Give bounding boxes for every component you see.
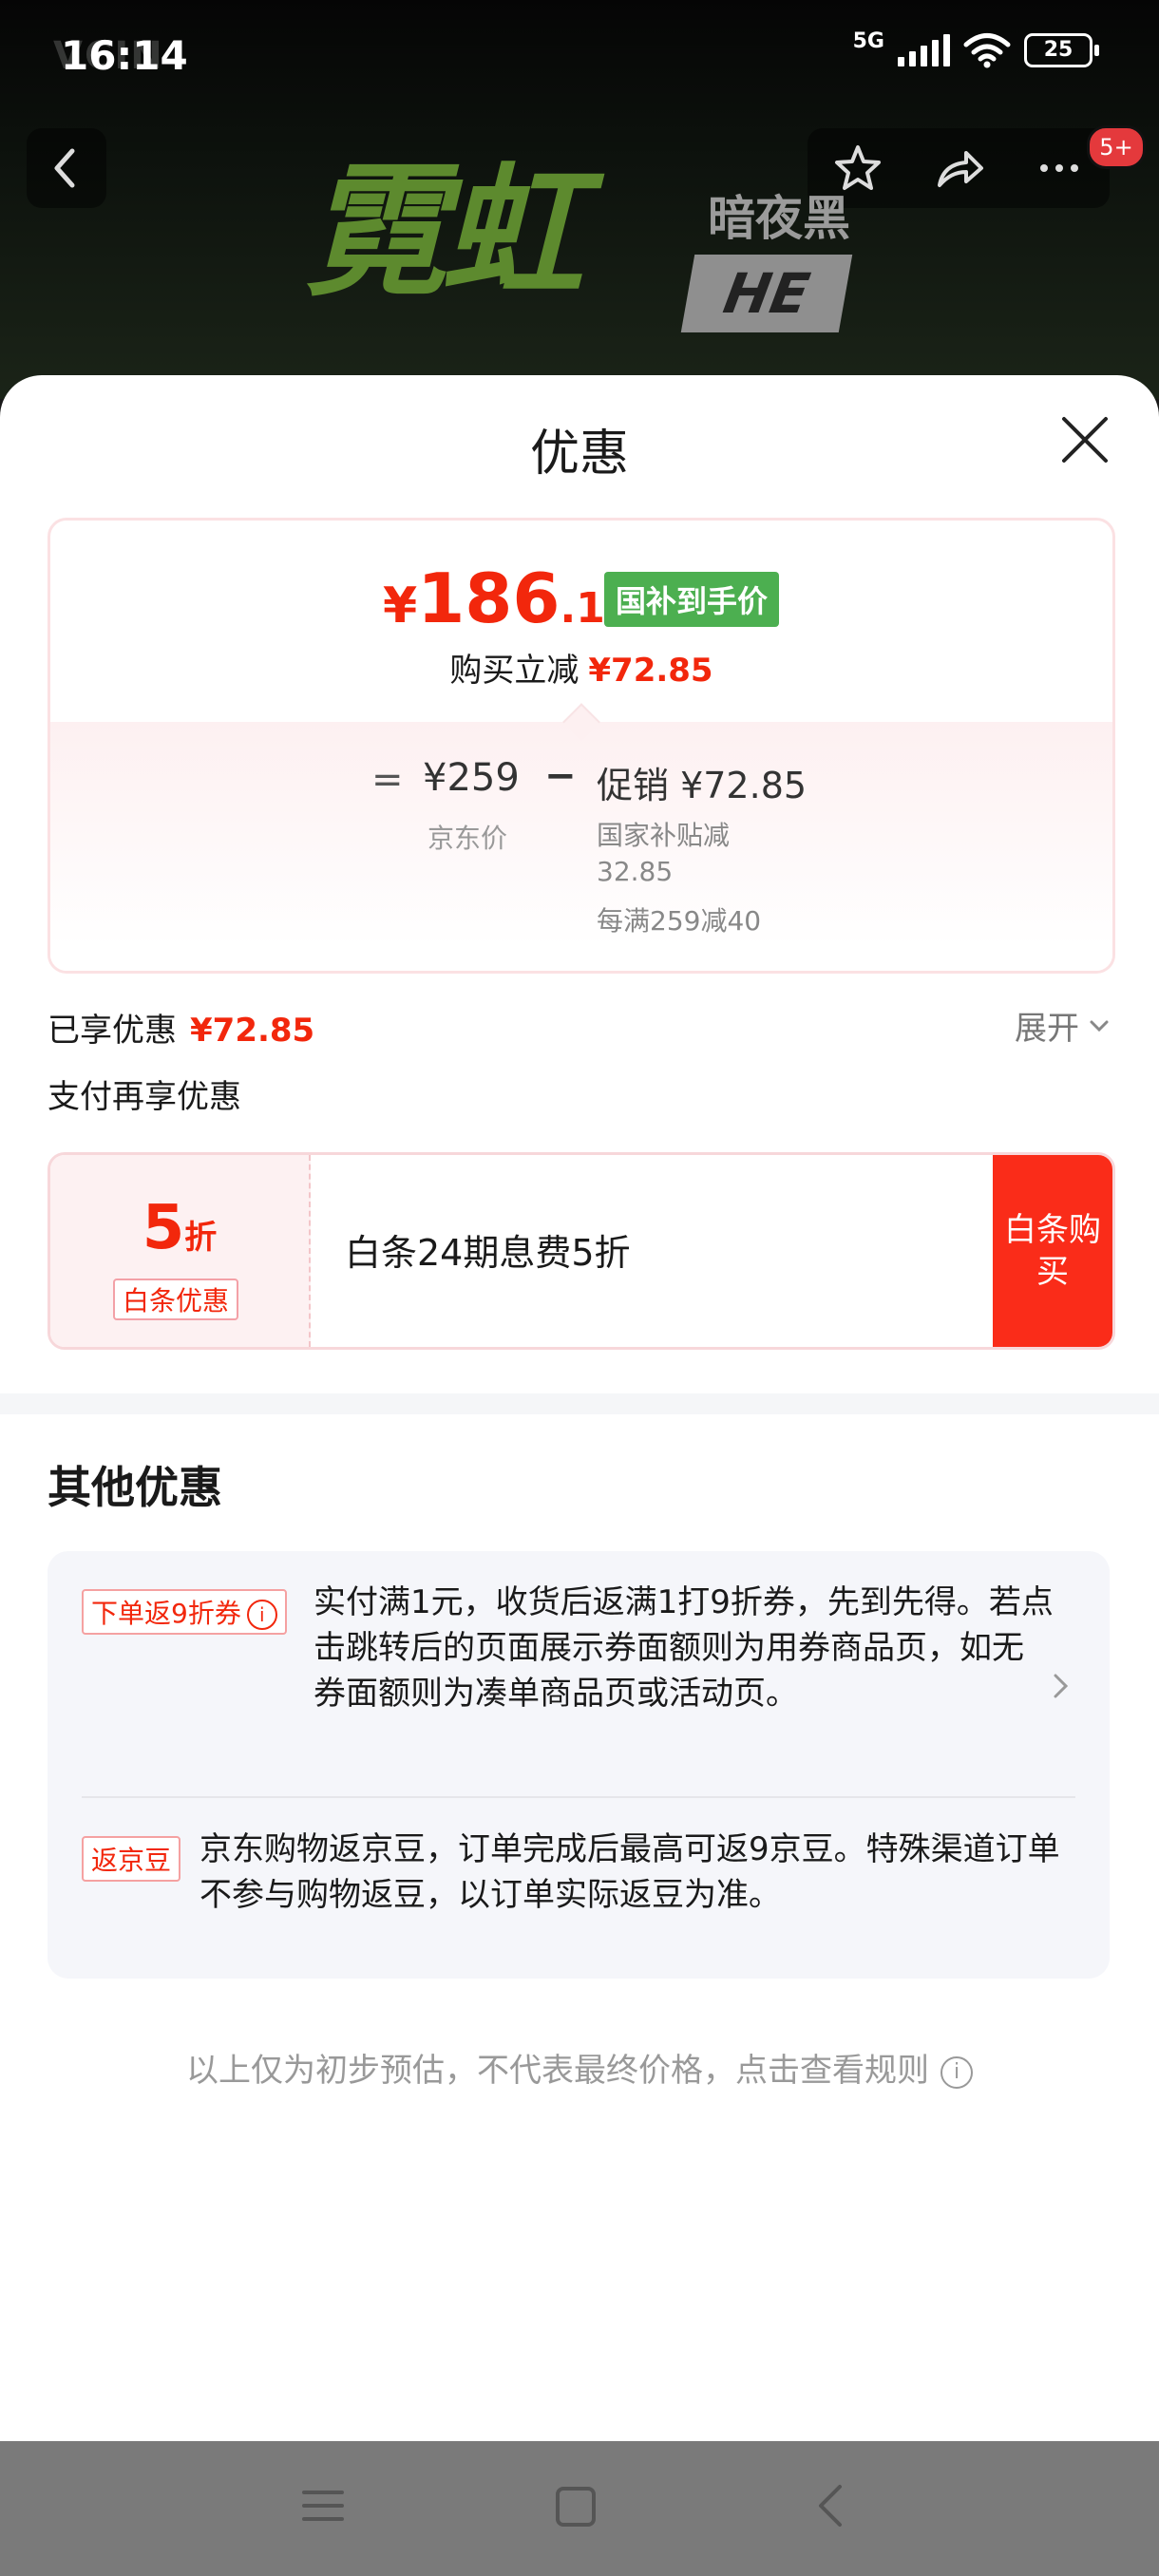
reduce-line: 购买立减 ¥72.85 xyxy=(50,644,1112,691)
share-icon[interactable] xyxy=(930,140,987,197)
menu-icon[interactable] xyxy=(300,2481,346,2530)
baitiao-tag: 白条优惠 xyxy=(113,1279,239,1320)
sheet-title: 优惠 xyxy=(529,426,629,483)
coupon-offer-text: 实付满1元，收货后返满1打9折券，先到先得。若点击跳转后的页面展示券面额则为用券… xyxy=(314,1583,1054,1713)
promo-detail-subsidy: 国家补贴减 32.85 xyxy=(597,820,731,887)
subsidy-price-badge: 国补到手价 xyxy=(604,572,780,627)
other-discounts-card: 下单返9折券 i 实付满1元，收货后返满1打9折券，先到先得。若点击跳转后的页面展… xyxy=(48,1551,1110,1979)
jd-price: ¥259 xyxy=(423,756,520,800)
home-icon[interactable] xyxy=(553,2481,598,2530)
battery-icon: 25 xyxy=(1024,33,1099,67)
expand-label: 展开 xyxy=(1015,1010,1079,1048)
banner-subtitle: 暗夜黑 xyxy=(708,191,850,246)
baitiao-offer-card[interactable]: 5折 白条优惠 白条24期息费5折 白条购买 xyxy=(48,1152,1115,1350)
wifi-icon xyxy=(963,33,1011,68)
price-breakdown-lower xyxy=(50,722,1112,971)
chevron-left-icon xyxy=(54,148,75,188)
reduce-amount: ¥72.85 xyxy=(588,652,713,690)
discount-sheet: 优惠 ¥186.15 国补到手价 购买立减 ¥72.85 = ¥259 − 促销 … xyxy=(0,375,1159,2441)
price-currency: ¥ xyxy=(383,578,418,635)
system-nav-bar xyxy=(0,2441,1159,2576)
footnote-text: 以上仅为初步预估，不代表最终价格，点击查看规则 xyxy=(186,2052,929,2090)
pay-more-label: 支付再享优惠 xyxy=(48,1078,241,1116)
baitiao-buy-button[interactable]: 白条购买 xyxy=(993,1155,1112,1347)
enjoyed-discount: 已享优惠 ¥72.85 xyxy=(48,1004,314,1051)
jingdou-offer-text: 京东购物返京豆，订单完成后最高可返9京豆。特殊渠道订单不参与购物返豆，以订单实际… xyxy=(200,1830,1060,1914)
jingdou-tag: 返京豆 xyxy=(82,1836,181,1882)
rules-info-icon[interactable]: i xyxy=(940,2055,973,2089)
close-icon[interactable] xyxy=(1058,413,1112,466)
banner-title: 霓虹 xyxy=(304,149,583,316)
row-separator xyxy=(82,1796,1075,1798)
price-integer: 186 xyxy=(417,559,560,638)
promo-amount: 促销 ¥72.85 xyxy=(597,765,808,806)
signal-icon xyxy=(898,34,950,66)
final-price: ¥186.15 xyxy=(383,559,634,638)
back-nav-icon[interactable] xyxy=(808,2481,853,2530)
chevron-right-icon xyxy=(1054,1674,1069,1698)
product-banner: VCIN 16:14 5G 25 5+ 霓虹 暗夜黑 HE xyxy=(0,0,1159,399)
back-button[interactable] xyxy=(27,128,106,208)
status-icons: 5G 25 xyxy=(852,28,1099,68)
more-icon[interactable] xyxy=(1031,140,1088,197)
status-time: 16:14 xyxy=(61,32,188,79)
expand-button[interactable]: 展开 xyxy=(1015,1002,1112,1049)
notification-badge: 5+ xyxy=(1087,125,1146,169)
top-action-group xyxy=(808,128,1110,208)
enjoyed-amount: ¥72.85 xyxy=(190,1012,315,1050)
status-bar: VCIN 16:14 5G 25 xyxy=(0,27,1159,84)
promo-detail-threshold: 每满259减40 xyxy=(597,905,762,937)
baitiao-discount-unit: 折 xyxy=(184,1219,218,1257)
reduce-label: 购买立减 xyxy=(449,652,580,690)
other-discounts-title: 其他优惠 xyxy=(48,1462,222,1513)
equals-sign: = xyxy=(371,758,404,802)
enjoyed-label: 已享优惠 xyxy=(48,1012,177,1050)
price-breakdown-card: ¥186.15 国补到手价 购买立减 ¥72.85 = ¥259 − 促销 ¥72… xyxy=(48,518,1115,974)
chevron-down-icon xyxy=(1090,1020,1109,1032)
estimate-footnote[interactable]: 以上仅为初步预估，不代表最终价格，点击查看规则 i xyxy=(0,2044,1159,2091)
banner-tag: HE xyxy=(680,255,853,332)
minus-sign: − xyxy=(544,754,577,798)
section-divider xyxy=(0,1393,1159,1414)
baitiao-discount-number: 5 xyxy=(142,1193,185,1263)
baitiao-discount-panel: 5折 白条优惠 xyxy=(50,1155,311,1347)
coupon-tag-label: 下单返9折券 xyxy=(91,1598,241,1629)
coupon-tag: 下单返9折券 i xyxy=(82,1589,287,1635)
jd-price-label: 京东价 xyxy=(428,823,508,854)
baitiao-discount: 5折 xyxy=(50,1193,309,1263)
baitiao-description: 白条24期息费5折 xyxy=(345,1232,631,1274)
network-type: 5G xyxy=(852,28,884,53)
info-icon[interactable]: i xyxy=(246,1600,277,1630)
